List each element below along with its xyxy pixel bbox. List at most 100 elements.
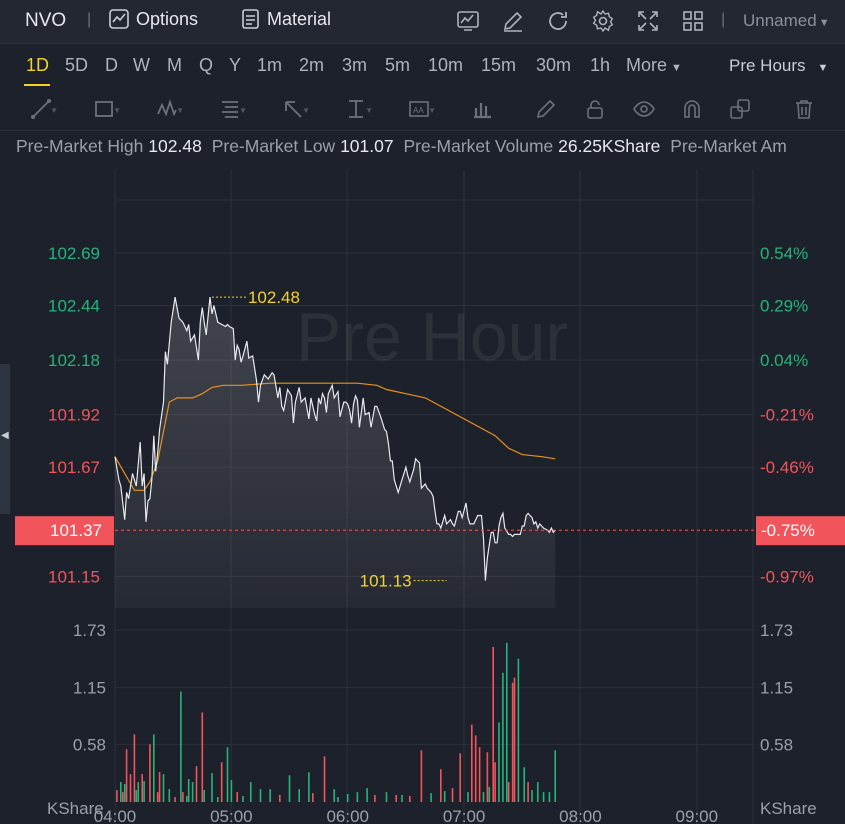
grid-icon[interactable] (681, 9, 705, 33)
fullscreen-icon[interactable] (636, 9, 660, 33)
refresh-icon[interactable] (546, 9, 570, 33)
lock-icon[interactable] (584, 98, 612, 120)
options-button[interactable]: Options (108, 8, 198, 30)
rectangle-icon[interactable]: ▼ (93, 98, 121, 120)
volume-bar (517, 658, 520, 802)
settings-icon[interactable] (591, 9, 615, 33)
volume-bar (259, 789, 262, 802)
drawing-toolbar: ▼ ▼ ▼ ▼ ▼ ▼ AA ▼ (0, 88, 845, 131)
volume-bar (494, 762, 496, 802)
volume-bar (122, 792, 124, 802)
volume-bar (182, 792, 184, 802)
tf-15m[interactable]: 15m (481, 55, 516, 76)
tf-2m[interactable]: 2m (299, 55, 324, 76)
volume-bar (220, 762, 223, 802)
more-timeframes-button[interactable]: More ▼ (626, 55, 682, 76)
trendline-icon[interactable]: ▼ (30, 98, 58, 120)
volume-bar (430, 793, 432, 802)
volume-bar (141, 774, 143, 802)
fib-icon[interactable]: ▼ (219, 98, 247, 120)
wave-icon[interactable]: ▼ (156, 98, 184, 120)
time-axis-label: 06:00 (326, 807, 369, 824)
volume-bars (116, 642, 556, 802)
volume-bar (174, 797, 176, 802)
high-label: Pre-Market High (16, 136, 144, 156)
pencil-icon[interactable] (535, 98, 563, 120)
material-button[interactable]: Material (241, 8, 331, 30)
measure-icon[interactable]: ▼ (345, 98, 373, 120)
volume-bar (211, 773, 213, 802)
tf-1d[interactable]: 1D (26, 55, 49, 76)
bars-icon[interactable] (471, 98, 499, 120)
tf-w[interactable]: W (133, 55, 150, 76)
edit-icon[interactable] (501, 9, 525, 33)
volume-axis-label: 0.58 (760, 735, 793, 754)
volume-bar (191, 782, 194, 802)
tf-1h[interactable]: 1h (590, 55, 610, 76)
current-pct-label: -0.75% (761, 521, 815, 540)
volume-axis-label: KShare (760, 799, 817, 818)
high-marker-label: 102.48 (248, 288, 300, 307)
volume-bar (156, 792, 159, 802)
volume-bar (187, 779, 190, 802)
high-value: 102.48 (148, 136, 202, 156)
volume-bar (542, 792, 545, 802)
tf-q[interactable]: Q (199, 55, 213, 76)
volume-axis-label: 1.73 (73, 621, 106, 640)
arrow-icon[interactable]: ▼ (282, 98, 310, 120)
volume-bar (203, 790, 205, 802)
volume-bar (554, 750, 556, 802)
tf-y[interactable]: Y (229, 55, 241, 76)
eye-icon[interactable] (633, 98, 661, 120)
tf-5d[interactable]: 5D (65, 55, 88, 76)
price-chart[interactable]: Pre Hour 102.48 101.13 102.69 0.54% 102.44 0… (0, 170, 845, 824)
volume-bar (502, 672, 504, 802)
volume-bar (467, 792, 469, 802)
layout-selector[interactable]: Unnamed ▼ (743, 11, 830, 31)
magnet-icon[interactable] (681, 98, 709, 120)
session-selector[interactable]: Pre Hours ▼ (729, 56, 828, 76)
volume-label: Pre-Market Volume (403, 136, 554, 156)
volume-bar (125, 749, 128, 802)
tf-10m[interactable]: 10m (428, 55, 463, 76)
time-axis-label: 09:00 (676, 807, 719, 824)
volume-value: 26.25KShare (558, 136, 661, 156)
tf-d[interactable]: D (105, 55, 118, 76)
session-label: Pre Hours (729, 56, 806, 75)
text-icon[interactable]: AA ▼ (408, 98, 436, 120)
side-panel-handle[interactable]: ◀ (0, 364, 10, 514)
trash-icon[interactable] (793, 98, 821, 120)
volume-bar (308, 772, 310, 802)
volume-bar (217, 797, 219, 802)
volume-bar (279, 795, 281, 802)
volume-bar (149, 744, 151, 802)
volume-bar (129, 774, 132, 802)
layers-icon[interactable] (729, 98, 757, 120)
volume-bar (230, 780, 233, 802)
chart-icon[interactable] (456, 9, 480, 33)
volume-bar (366, 788, 368, 802)
document-icon (242, 9, 259, 29)
tf-m[interactable]: M (167, 55, 182, 76)
volume-bar (486, 752, 489, 802)
tf-5m[interactable]: 5m (385, 55, 410, 76)
pct-axis-label: 0.29% (760, 297, 808, 316)
volume-bar (242, 796, 244, 802)
volume-bar (180, 691, 182, 802)
volume-bar (143, 781, 145, 802)
volume-bar (195, 766, 198, 802)
tf-30m[interactable]: 30m (536, 55, 571, 76)
volume-bar (186, 796, 188, 802)
volume-bar (482, 792, 485, 802)
layout-name: Unnamed (743, 11, 817, 30)
volume-bar (337, 797, 339, 802)
svg-text:AA: AA (413, 106, 424, 115)
tf-1m[interactable]: 1m (257, 55, 282, 76)
top-bar: NVO | Options Material | Unnamed ▼ (0, 0, 845, 44)
tf-3m[interactable]: 3m (342, 55, 367, 76)
price-axis-label: 102.44 (48, 297, 100, 316)
caret-down-icon: ▼ (817, 62, 829, 74)
volume-bar (474, 735, 477, 802)
volume-bar (513, 677, 516, 802)
symbol-label[interactable]: NVO (25, 10, 66, 32)
